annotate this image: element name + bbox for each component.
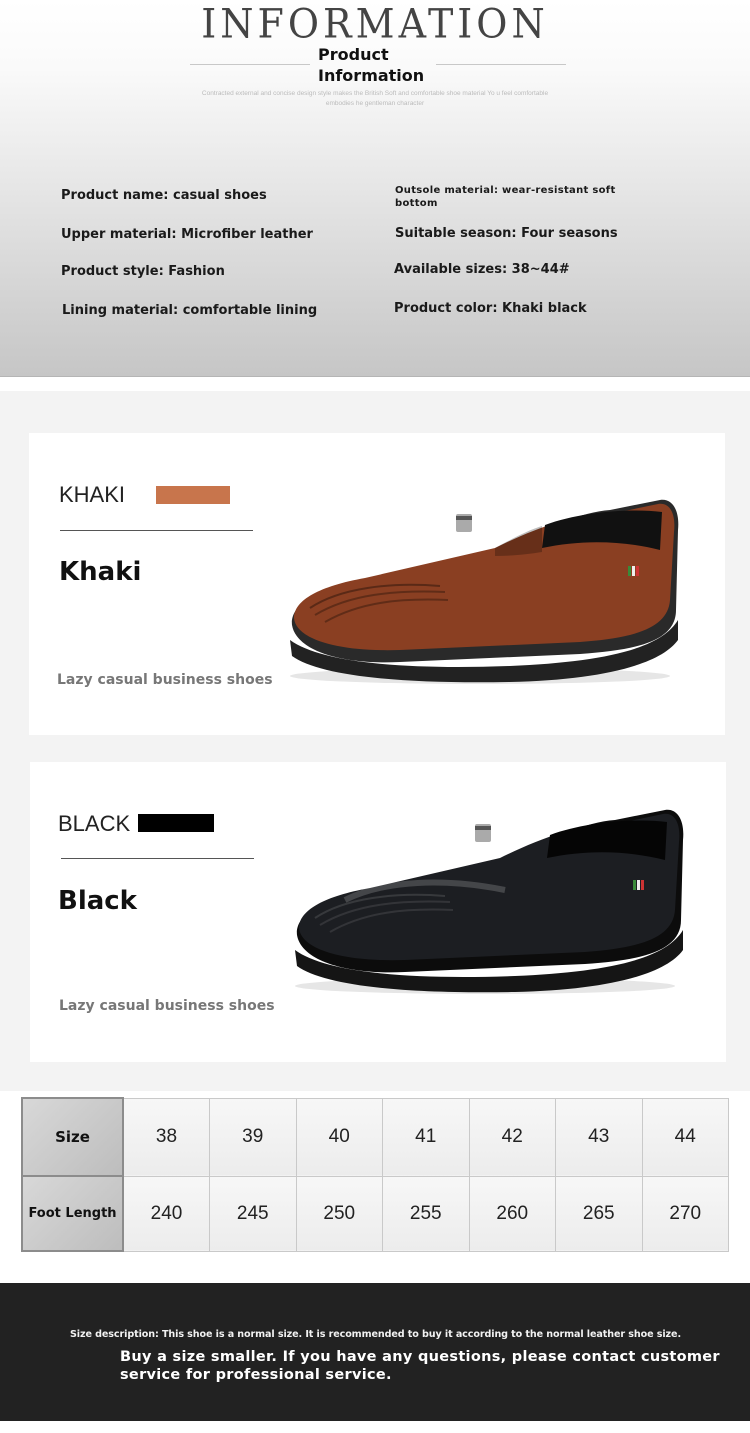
size-cell: 42	[468, 1097, 556, 1177]
foot-length-header-cell: Foot Length	[21, 1175, 124, 1252]
size-row: Size 38 39 40 41 42 43 44	[21, 1097, 729, 1177]
size-cell: 39	[209, 1097, 297, 1177]
foot-length-cell: 265	[555, 1175, 643, 1252]
foot-length-cell: 250	[295, 1175, 383, 1252]
foot-length-cell: 255	[382, 1175, 470, 1252]
black-color-code: BLACK	[58, 811, 131, 836]
spec-product-style: Product style: Fashion	[61, 264, 225, 279]
foot-length-cell: 240	[122, 1175, 210, 1252]
size-cell: 43	[555, 1097, 643, 1177]
black-color-name: Black	[58, 886, 137, 916]
khaki-color-name: Khaki	[59, 557, 142, 587]
spec-upper-material: Upper material: Microfiber leather	[61, 227, 313, 242]
foot-length-row: Foot Length 240 245 250 255 260 265 270	[21, 1175, 729, 1252]
khaki-card-divider	[60, 530, 253, 531]
spec-outsole-material: Outsole material: wear-resistant soft bo…	[395, 185, 616, 209]
black-shoe-image	[295, 809, 684, 994]
black-color-swatch	[138, 814, 214, 832]
size-chart-table: Size 38 39 40 41 42 43 44 Foot Length 24…	[21, 1097, 729, 1252]
information-heading: INFORMATION	[201, 0, 549, 48]
khaki-description: Lazy casual business shoes	[57, 672, 273, 688]
product-information-subtitle: Product Information	[318, 45, 425, 85]
khaki-shoe-image	[290, 499, 679, 684]
spec-suitable-season: Suitable season: Four seasons	[395, 226, 618, 241]
size-header-cell: Size	[21, 1097, 124, 1177]
size-cell: 40	[295, 1097, 383, 1177]
khaki-color-swatch	[156, 486, 230, 504]
black-card-divider	[61, 858, 254, 859]
foot-length-cell: 245	[209, 1175, 297, 1252]
size-description-text: Size description: This shoe is a normal …	[70, 1329, 681, 1340]
size-cell: 41	[382, 1097, 470, 1177]
spec-lining-material: Lining material: comfortable lining	[62, 303, 318, 318]
spec-product-name: Product name: casual shoes	[61, 188, 267, 203]
size-cell: 44	[641, 1097, 729, 1177]
tagline-text: Contracted external and concise design s…	[201, 90, 549, 107]
foot-length-cell: 270	[641, 1175, 729, 1252]
black-description: Lazy casual business shoes	[59, 998, 275, 1014]
size-advice-text: Buy a size smaller. If you have any ques…	[120, 1349, 720, 1383]
spec-available-sizes: Available sizes: 38~44#	[394, 262, 570, 277]
khaki-color-code: KHAKI	[59, 482, 126, 507]
size-cell: 38	[122, 1097, 210, 1177]
heading-divider-left	[190, 64, 310, 65]
spec-product-color: Product color: Khaki black	[394, 301, 587, 316]
foot-length-cell: 260	[468, 1175, 556, 1252]
